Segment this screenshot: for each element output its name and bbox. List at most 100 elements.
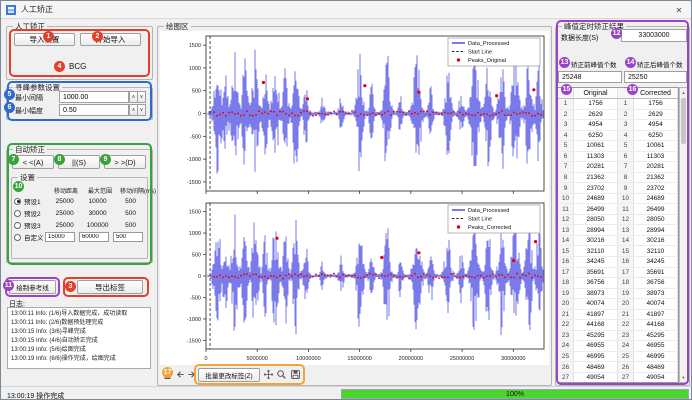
log-line: 13:00:15 Info: (4/6)自动矫正完成: [11, 337, 147, 346]
scroll-down-icon[interactable]: ▼: [680, 373, 687, 382]
table-row[interactable]: 15321101532110: [558, 246, 678, 257]
table-row[interactable]: 2262922629: [558, 110, 678, 121]
peaks-before-label: 矫正前峰值个数: [571, 59, 617, 69]
preset-custom-input[interactable]: [79, 232, 109, 242]
preset-value: 30000: [81, 210, 114, 217]
save-icon[interactable]: [289, 367, 302, 382]
table-row[interactable]: 1175611756: [558, 99, 678, 110]
row-index-cell: 26: [618, 362, 634, 372]
table-row[interactable]: 25469952546995: [558, 352, 678, 363]
min-interval-input[interactable]: [59, 91, 129, 103]
row-index-cell: 14: [558, 236, 574, 246]
col-max-range: 最大范围: [83, 186, 117, 195]
min-amplitude-stepper: ∧ ∨: [130, 104, 146, 116]
chart-figure[interactable]: 150010005000-500-1000-1500Data_Processed…: [160, 31, 549, 365]
step-back-button[interactable]: < <(A): [12, 155, 54, 169]
table-row[interactable]: 20400742040074: [558, 299, 678, 310]
export-labels-button[interactable]: 导出标签: [77, 280, 143, 294]
chart-bottom-subplot[interactable]: 150010005000-500-1000-150005000000100000…: [160, 197, 549, 365]
table-row[interactable]: 21418972141897: [558, 310, 678, 321]
table-row[interactable]: 26484692648469: [558, 362, 678, 373]
batch-edit-labels-button[interactable]: 批量更改标签(Z): [198, 368, 260, 382]
preset-radio[interactable]: [14, 210, 21, 217]
svg-text:10000000: 10000000: [296, 356, 320, 362]
home-icon[interactable]: [161, 367, 174, 382]
forward-icon[interactable]: [185, 367, 198, 382]
row-index-cell: 11: [618, 204, 634, 214]
peak-value-cell: 4954: [574, 120, 618, 130]
table-row[interactable]: 19389731938973: [558, 289, 678, 300]
table-row[interactable]: 923702923702: [558, 183, 678, 194]
close-button[interactable]: ✕: [667, 1, 691, 19]
index-column-header: [618, 88, 634, 98]
row-index-cell: 12: [558, 215, 574, 225]
draw-refline-button[interactable]: 绘制参考线: [9, 280, 56, 294]
chart-top-subplot[interactable]: 150010005000-500-1000-1500Data_Processed…: [160, 31, 549, 197]
preset-radio[interactable]: [14, 234, 21, 241]
min-amplitude-label: 最小幅度: [15, 106, 43, 116]
svg-text:5000000: 5000000: [247, 356, 268, 362]
table-row[interactable]: 24469552446955: [558, 341, 678, 352]
row-index-cell: 23: [558, 331, 574, 341]
pause-button[interactable]: ||(S): [58, 155, 100, 169]
table-row[interactable]: 510061510061: [558, 141, 678, 152]
table-row[interactable]: 23452952345295: [558, 331, 678, 342]
settings-subgroup-title: 设置: [18, 172, 37, 183]
peaks-table[interactable]: Original Corrected 117561175622629226293…: [557, 87, 679, 383]
table-row[interactable]: 821362821362: [558, 173, 678, 184]
status-message: 13:00:19 操作完成: [7, 391, 64, 400]
start-import-button[interactable]: 开始导入: [80, 33, 141, 46]
table-row[interactable]: 4625046250: [558, 131, 678, 142]
peak-value-cell: 38973: [574, 289, 618, 299]
table-row[interactable]: 27490542749054: [558, 373, 678, 383]
peak-value-cell: 41897: [634, 310, 678, 320]
zoom-icon[interactable]: [275, 367, 288, 382]
table-row[interactable]: 3495434954: [558, 120, 678, 131]
table-row[interactable]: 10246891024689: [558, 194, 678, 205]
preset-radio[interactable]: [14, 198, 21, 205]
log-line: 13:00:19 Info: (6/6)操作完成，绘图完成: [11, 355, 147, 364]
table-row[interactable]: 11264991126499: [558, 204, 678, 215]
preset-custom-input[interactable]: [45, 232, 75, 242]
peak-value-cell: 23702: [574, 183, 618, 193]
spin-down-icon[interactable]: ∨: [137, 104, 146, 116]
scroll-up-icon[interactable]: ▲: [680, 88, 687, 97]
table-row[interactable]: 611303611303: [558, 152, 678, 163]
table-row[interactable]: 12280501228050: [558, 215, 678, 226]
preset-custom-input[interactable]: [113, 232, 143, 242]
scrollbar-thumb[interactable]: [681, 98, 686, 144]
import-settings-button[interactable]: 导入设置: [14, 33, 75, 46]
spin-down-icon[interactable]: ∨: [137, 91, 146, 103]
table-row[interactable]: 16342451634245: [558, 257, 678, 268]
table-row[interactable]: 22441682244168: [558, 320, 678, 331]
peak-value-cell: 28050: [634, 215, 678, 225]
row-index-cell: 22: [558, 320, 574, 330]
svg-text:1500: 1500: [189, 210, 201, 216]
log-line: 13:00:19 Info: (5/6)绘图完成: [11, 346, 147, 355]
preset-value: 500: [114, 210, 147, 217]
row-index-cell: 20: [558, 299, 574, 309]
preset-radio[interactable]: [14, 222, 21, 229]
row-index-cell: 21: [618, 310, 634, 320]
peak-value-cell: 32110: [634, 246, 678, 256]
table-row[interactable]: 13289941328994: [558, 225, 678, 236]
row-index-cell: 4: [618, 131, 634, 141]
table-row[interactable]: 17356911735691: [558, 268, 678, 279]
svg-text:Data_Processed: Data_Processed: [468, 208, 509, 214]
min-amplitude-input[interactable]: [59, 104, 129, 116]
table-scrollbar[interactable]: ▲ ▼: [679, 87, 688, 383]
svg-text:-1500: -1500: [187, 180, 201, 186]
table-row[interactable]: 14302161430216: [558, 236, 678, 247]
step-forward-button[interactable]: > >(D): [104, 155, 146, 169]
table-row[interactable]: 720281720281: [558, 162, 678, 173]
correction-result-group-title: 峰值定时矫正结果: [562, 21, 626, 32]
peak-value-cell: 48469: [634, 362, 678, 372]
svg-text:Peaks_Original: Peaks_Original: [468, 58, 506, 64]
peak-value-cell: 6250: [634, 131, 678, 141]
peak-value-cell: 40074: [574, 299, 618, 309]
pan-icon[interactable]: [262, 367, 275, 382]
row-index-cell: 15: [558, 246, 574, 256]
row-index-cell: 26: [558, 362, 574, 372]
table-row[interactable]: 18367561836756: [558, 278, 678, 289]
peak-value-cell: 6250: [574, 131, 618, 141]
